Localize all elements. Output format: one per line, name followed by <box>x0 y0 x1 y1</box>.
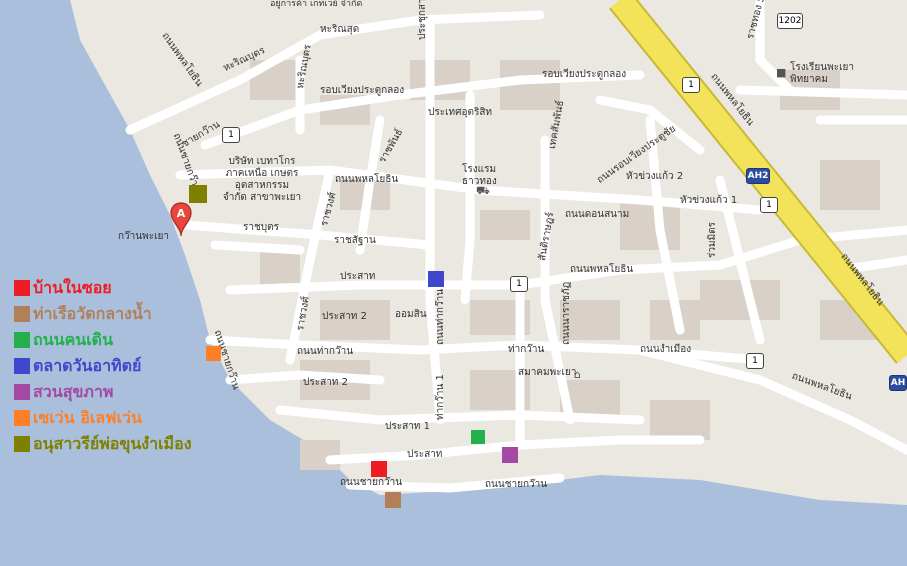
location-pin-letter: A <box>177 207 186 220</box>
street-label-phaholyothin-mid: ถนนพหลโยธิน <box>335 174 399 185</box>
legend-swatch <box>14 384 30 400</box>
association-label: สมาคมพะเยา <box>518 367 577 378</box>
street-label-sai-kwan-road2: ถนนชายกว๊าน <box>485 479 548 490</box>
business-label-betagro: บริษัท เบทาโกร ภาคเหนือ เกษตร อุตสาหกรรม… <box>222 156 302 203</box>
street-label-prasat: ประสาท <box>340 271 376 282</box>
route-shield-1: 1 <box>222 127 240 143</box>
street-label-charoensuk: หะริณสุด <box>320 24 360 35</box>
street-label-prasat-2: ประสาท 2 <box>322 311 367 322</box>
marker-sunday-market[interactable] <box>428 271 444 287</box>
marker-monument[interactable] <box>189 185 207 203</box>
street-label-tha-kwan-1: ท่ากว๊าน 1 <box>435 374 446 420</box>
legend-label: สวนสุขภาพ <box>33 381 114 401</box>
route-shield-1: 1 <box>682 77 700 93</box>
route-shield-ah2: AH <box>889 375 907 391</box>
street-label-ratchabut: ราชบุตร <box>243 222 279 233</box>
route-shield-1202: 1202 <box>777 13 803 29</box>
street-label-prachaut: ประเทศอุตริสิท <box>428 107 493 118</box>
legend-swatch <box>14 410 30 426</box>
street-label-omsin: ออมสิน <box>395 309 427 320</box>
street-label-prachakluay: ประชุกสาม <box>417 0 428 40</box>
legend-label: ท่าเรือวัดกลางน้ำ <box>33 303 152 323</box>
legend-swatch <box>14 280 30 296</box>
legend-label: เซเว่น อิเลฟเว่น <box>33 407 142 427</box>
street-label-tha-kwan-road: ถนนท่ากว๊าน <box>297 346 354 357</box>
street-label-hua-kwang-2: หัวข่วงแก้ว 2 <box>626 171 684 182</box>
map-legend: บ้านในซอย ท่าเรือวัดกลางน้ำ ถนนคนเดิน ตล… <box>14 275 192 457</box>
legend-item: สวนสุขภาพ <box>14 379 192 405</box>
marker-house-in-soi[interactable] <box>371 461 387 477</box>
legend-label: ถนนคนเดิน <box>33 329 113 349</box>
legend-label: บ้านในซอย <box>33 277 112 297</box>
legend-swatch <box>14 306 30 322</box>
street-label-rob-wiang-1: รอบเวียงประตูกลอง <box>320 85 405 96</box>
street-label-rob-wiang-2: รอบเวียงประตูกลอง <box>542 69 627 80</box>
street-label-don-sanam: ถนนดอนสนาม <box>565 209 630 220</box>
street-label-tha-kwan: ท่ากว๊าน <box>508 344 545 355</box>
street-label-phaholyothin-e: ถนนพหลโยธิน <box>570 264 634 275</box>
street-label-nam-mueang: ถนนงำเมือง <box>640 344 692 355</box>
svg-text:■: ■ <box>776 66 786 79</box>
street-label-hua-kwang-1: หัวข่วงแก้ว 1 <box>680 195 738 206</box>
street-label-prasat-b: ประสาท <box>407 449 443 460</box>
legend-item: บ้านในซอย <box>14 275 192 301</box>
marker-walking-street[interactable] <box>471 430 485 444</box>
legend-label: ตลาดวันอาทิตย์ <box>33 355 142 375</box>
legend-swatch <box>14 332 30 348</box>
street-label-nakhon: ถนนนาราชภัฏ <box>561 281 572 345</box>
street-label-mukda: ร่วมมิตร <box>707 221 718 258</box>
street-label-sai-kwan-road: ถนนชายกว๊าน <box>340 477 403 488</box>
marker-health-park[interactable] <box>502 447 518 463</box>
route-shield-1: 1 <box>760 197 778 213</box>
street-label-tha-kwan-v: ถนนท่ากว๊าน <box>435 288 446 345</box>
legend-item: ตลาดวันอาทิตย์ <box>14 353 192 379</box>
legend-label: อนุสาวรีย์พ่อขุนงำเมือง <box>33 433 192 453</box>
street-label-ratchasathan: ราชสัฐาน <box>334 235 376 246</box>
business-label-top: อยู่การค้า เกทเวย์ จำกัด <box>270 0 363 9</box>
school-label: โรงเรียนพะเยา พิทยาคม <box>790 62 854 85</box>
location-pin-icon[interactable]: A <box>170 202 192 238</box>
marker-pier[interactable] <box>385 492 401 508</box>
marker-seven-eleven[interactable] <box>206 346 221 361</box>
street-label-prasat-1: ประสาท 1 <box>385 421 430 432</box>
legend-swatch <box>14 436 30 452</box>
route-shield-1: 1 <box>746 353 764 369</box>
legend-item: เซเว่น อิเลฟเว่น <box>14 405 192 431</box>
water-label-kwan-phayao: กว๊านพะเยา <box>118 231 169 242</box>
route-shield-1: 1 <box>510 276 528 292</box>
legend-item: ท่าเรือวัดกลางน้ำ <box>14 301 192 327</box>
legend-item: ถนนคนเดิน <box>14 327 192 353</box>
route-shield-ah2: AH2 <box>746 168 770 184</box>
legend-swatch <box>14 358 30 374</box>
legend-item: อนุสาวรีย์พ่อขุนงำเมือง <box>14 431 192 457</box>
map-canvas[interactable]: ⛟ ⌂ ■ หะริณสุด อยู่การค้า เกทเวย์ จำกัด … <box>0 0 907 566</box>
hotel-label: โรงแรม ธาวทอง <box>462 164 497 187</box>
street-label-prasat-2b: ประสาท 2 <box>303 377 348 388</box>
